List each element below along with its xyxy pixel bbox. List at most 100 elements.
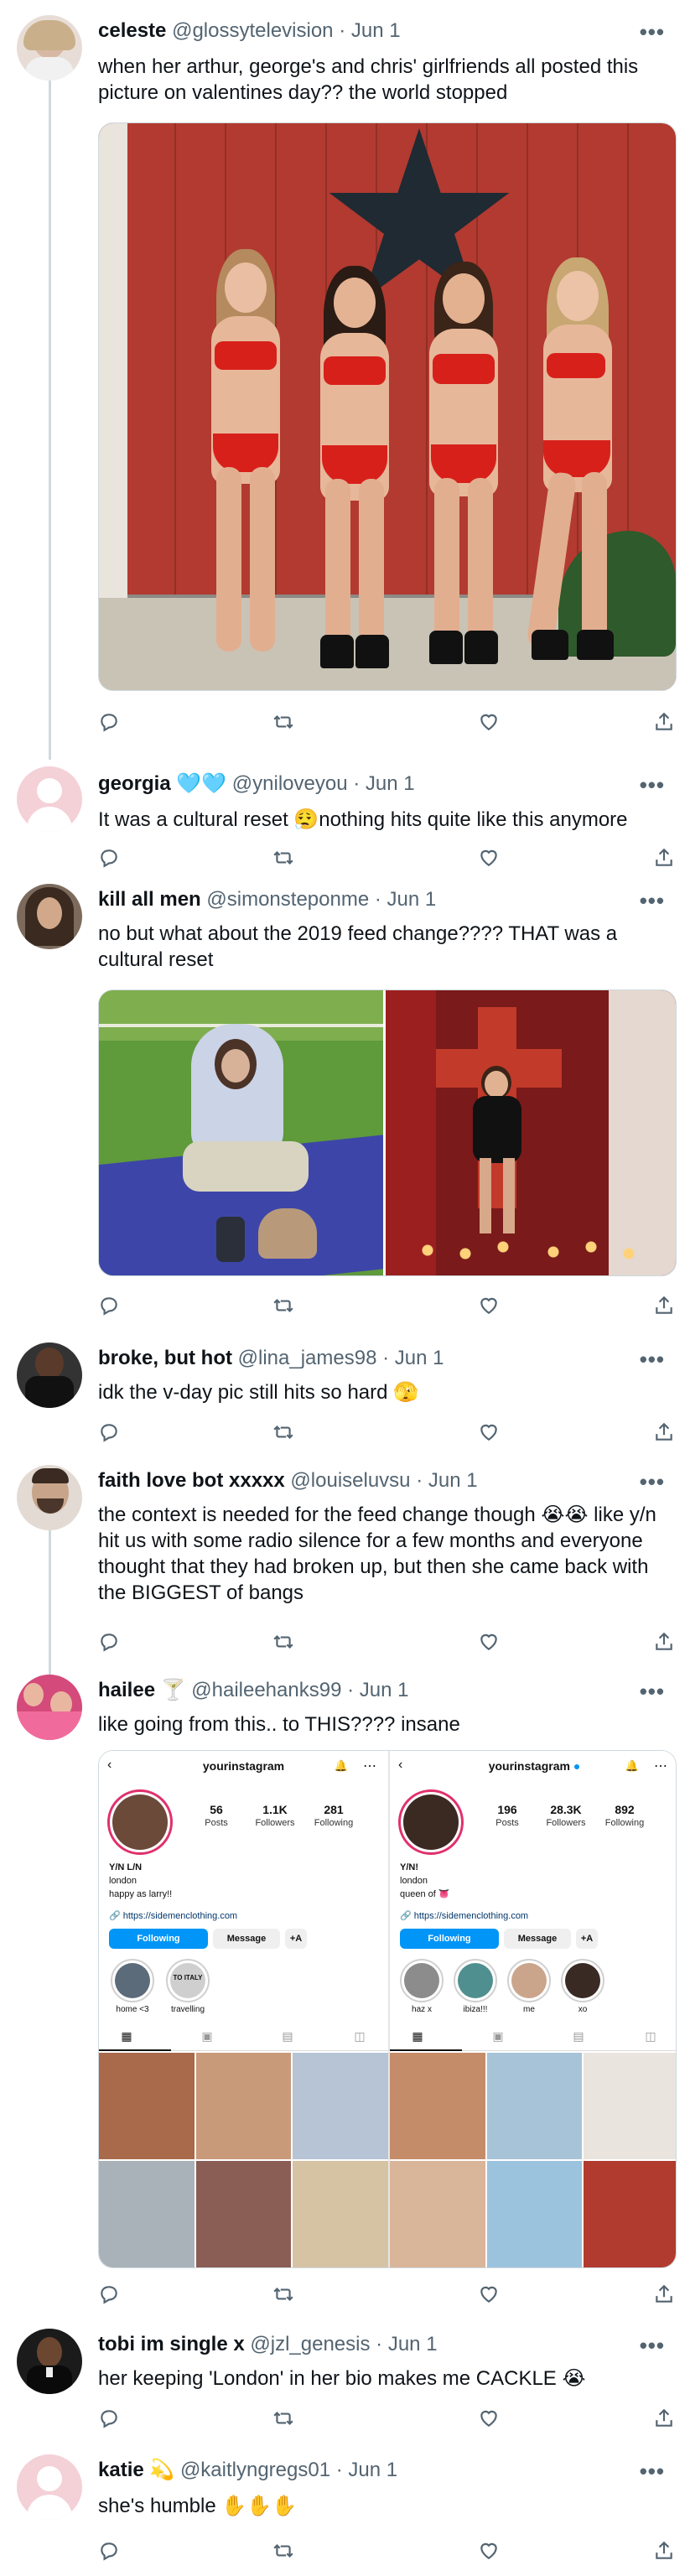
like-icon[interactable]: [478, 1421, 503, 1446]
ig-tabs: ▦ ▣ ▤ ◫: [99, 2024, 388, 2051]
timestamp[interactable]: Jun 1: [388, 2333, 438, 2355]
avatar[interactable]: [17, 1675, 82, 1740]
menu-icon: ⋯: [363, 1759, 376, 1774]
avatar[interactable]: [17, 15, 82, 80]
retweet-icon[interactable]: [272, 1421, 298, 1446]
tweet-photos[interactable]: [98, 989, 677, 1276]
ig-highlight: TO ITALY travelling: [164, 1959, 211, 2014]
handle[interactable]: @yniloveyou: [232, 772, 348, 795]
handle[interactable]: @louiseluvsu: [290, 1469, 410, 1492]
retweet-icon[interactable]: [272, 2540, 298, 2565]
share-icon[interactable]: [653, 1421, 678, 1446]
reply-icon[interactable]: [98, 1421, 123, 1446]
like-icon[interactable]: [478, 711, 503, 736]
handle[interactable]: @jzl_genesis: [250, 2333, 370, 2355]
display-name[interactable]: celeste: [98, 19, 166, 42]
handle[interactable]: @haileehanks99: [191, 1679, 341, 1701]
instagram-comparison-image[interactable]: ‹ yourinstagram 🔔 ⋯ 56 Posts 1.1K Follower…: [98, 1750, 677, 2268]
retweet-icon[interactable]: [272, 1631, 298, 1656]
like-icon[interactable]: [478, 2283, 503, 2309]
more-options-icon[interactable]: •••: [640, 1680, 665, 1702]
timestamp[interactable]: Jun 1: [387, 888, 437, 911]
display-name[interactable]: georgia 🩵🩵: [98, 772, 226, 795]
tweet-celeste: celeste @glossytelevision · Jun 1 ••• wh…: [0, 0, 690, 755]
ig-bio-name: Y/N!: [400, 1862, 418, 1872]
more-options-icon[interactable]: •••: [640, 21, 665, 43]
avatar[interactable]: [17, 2329, 82, 2394]
timestamp[interactable]: Jun 1: [395, 1347, 444, 1369]
handle[interactable]: @simonsteponme: [206, 888, 369, 911]
avatar[interactable]: [17, 884, 82, 949]
tweet-text: like going from this.. to THIS???? insan…: [98, 1713, 460, 1736]
share-icon[interactable]: [653, 711, 678, 736]
tweet-photo[interactable]: [98, 122, 677, 691]
avatar[interactable]: [17, 1343, 82, 1408]
person: [518, 257, 636, 677]
timestamp[interactable]: Jun 1: [360, 1679, 409, 1701]
photo-grass-blanket[interactable]: [99, 990, 387, 1275]
ig-bio-line: happy as larry!!: [109, 1889, 173, 1899]
tweet-header: katie 💫 @kaitlyngregs01 · Jun 1: [98, 2458, 397, 2483]
avatar[interactable]: [17, 1465, 82, 1530]
display-name[interactable]: faith love bot xxxxx: [98, 1469, 285, 1492]
timestamp[interactable]: Jun 1: [351, 19, 401, 42]
reply-icon[interactable]: [98, 711, 123, 736]
photo-candles-cross[interactable]: [386, 990, 676, 1275]
display-name[interactable]: kill all men: [98, 888, 201, 911]
reply-icon[interactable]: [98, 1295, 123, 1320]
timestamp[interactable]: Jun 1: [366, 772, 415, 795]
reply-icon[interactable]: [98, 2407, 123, 2433]
timestamp[interactable]: Jun 1: [428, 1469, 478, 1492]
timestamp[interactable]: Jun 1: [348, 2459, 397, 2481]
retweet-icon[interactable]: [272, 1295, 298, 1320]
handle[interactable]: @glossytelevision: [172, 19, 333, 42]
share-icon[interactable]: [653, 2283, 678, 2309]
retweet-icon[interactable]: [272, 711, 298, 736]
display-name[interactable]: katie 💫: [98, 2459, 174, 2481]
display-name[interactable]: broke, but hot: [98, 1347, 232, 1369]
separator: ·: [339, 19, 346, 42]
more-options-icon[interactable]: •••: [640, 2460, 665, 2482]
share-icon[interactable]: [653, 847, 678, 872]
grid-icon: ▦: [412, 2029, 423, 2043]
ig-highlight: me: [506, 1959, 553, 2014]
handle[interactable]: @kaitlyngregs01: [180, 2459, 330, 2481]
person: [300, 266, 409, 685]
tweet-text: no but what about the 2019 feed change??…: [98, 922, 618, 971]
share-icon[interactable]: [653, 2540, 678, 2565]
bell-icon: 🔔: [625, 1759, 639, 1772]
retweet-icon[interactable]: [272, 2283, 298, 2309]
like-icon[interactable]: [478, 2540, 503, 2565]
tweet-header: georgia 🩵🩵 @yniloveyou · Jun 1: [98, 771, 415, 797]
more-options-icon[interactable]: •••: [640, 1471, 665, 1493]
more-options-icon[interactable]: •••: [640, 2334, 665, 2356]
tweet-header: celeste @glossytelevision · Jun 1: [98, 18, 401, 44]
display-name[interactable]: tobi im single x: [98, 2333, 245, 2355]
more-options-icon[interactable]: •••: [640, 1348, 665, 1370]
like-icon[interactable]: [478, 1295, 503, 1320]
tweet-actions: [98, 1631, 677, 1656]
reply-icon[interactable]: [98, 2283, 123, 2309]
more-options-icon[interactable]: •••: [640, 774, 665, 796]
ig-message-button: Message: [213, 1929, 280, 1949]
share-icon[interactable]: [653, 1631, 678, 1656]
retweet-icon[interactable]: [272, 2407, 298, 2433]
tweet-text: when her arthur, george's and chris' gir…: [98, 55, 639, 104]
share-icon[interactable]: [653, 2407, 678, 2433]
handle[interactable]: @lina_james98: [238, 1347, 377, 1369]
like-icon[interactable]: [478, 847, 503, 872]
ig-bio-name: Y/N L/N: [109, 1862, 143, 1872]
avatar[interactable]: [17, 766, 82, 832]
reply-icon[interactable]: [98, 1631, 123, 1656]
ig-bio-line: london: [400, 1876, 428, 1886]
display-name[interactable]: hailee 🍸: [98, 1679, 186, 1701]
share-icon[interactable]: [653, 1295, 678, 1320]
retweet-icon[interactable]: [272, 847, 298, 872]
reply-icon[interactable]: [98, 2540, 123, 2565]
tweet-hailee: hailee 🍸 @haileehanks99 · Jun 1 ••• like…: [0, 1673, 690, 2344]
more-options-icon[interactable]: •••: [640, 890, 665, 911]
like-icon[interactable]: [478, 2407, 503, 2433]
like-icon[interactable]: [478, 1631, 503, 1656]
reply-icon[interactable]: [98, 847, 123, 872]
avatar[interactable]: [17, 2454, 82, 2520]
